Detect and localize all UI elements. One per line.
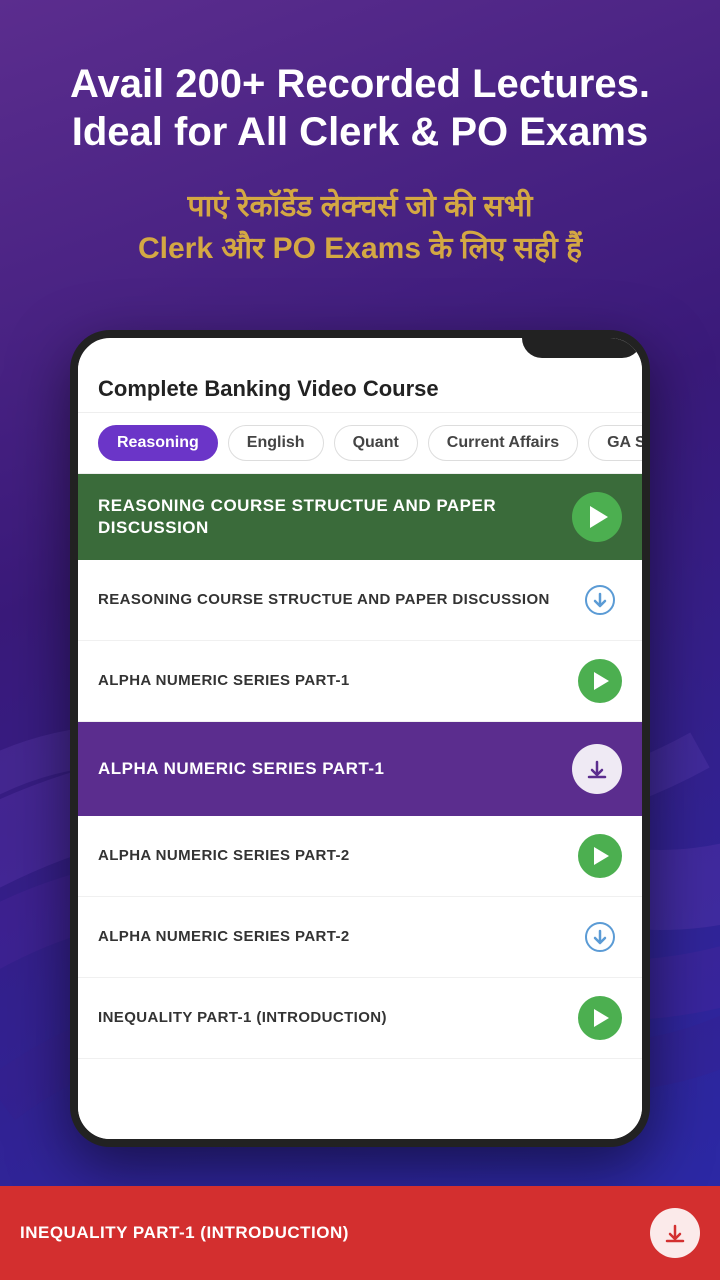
play-icon (590, 506, 608, 528)
list-item-alpha-2-download[interactable]: ALPHA NUMERIC SERIES PART-2 (78, 897, 642, 978)
hero-subtitle-line1: पाएं रेकॉर्डेड लेक्चर्स जो की सभी Clerk … (40, 186, 680, 270)
list-item-text-2: ALPHA NUMERIC SERIES PART-1 (98, 671, 578, 691)
tab-quant[interactable]: Quant (334, 425, 418, 461)
bottom-spacer (78, 1059, 642, 1139)
hero-section: Avail 200+ Recorded Lectures. Ideal for … (0, 0, 720, 300)
list-item-text-3: ALPHA NUMERIC SERIES PART-2 (98, 846, 578, 866)
download-icon-2 (584, 921, 616, 953)
highlighted-alpha-1[interactable]: ALPHA NUMERIC SERIES PART-1 (78, 722, 642, 816)
download-button-purple[interactable] (572, 744, 622, 794)
download-icon-1 (584, 584, 616, 616)
download-icon-purple (583, 755, 611, 783)
phone-container: Complete Banking Video Course Reasoning … (70, 330, 650, 1147)
course-title: Complete Banking Video Course (98, 376, 622, 402)
play-icon-small-3 (594, 1009, 609, 1027)
download-icon-red (661, 1219, 689, 1247)
highlighted-green-text: REASONING COURSE STRUCTUE AND PAPER DISC… (98, 495, 572, 539)
list-item-text-4: ALPHA NUMERIC SERIES PART-2 (98, 927, 578, 947)
highlighted-inequality-red[interactable]: INEQUALITY PART-1 (INTRODUCTION) (0, 1186, 720, 1280)
play-button-small-3[interactable] (578, 996, 622, 1040)
list-item-inequality-play[interactable]: INEQUALITY PART-1 (INTRODUCTION) (78, 978, 642, 1059)
highlighted-purple-text: ALPHA NUMERIC SERIES PART-1 (98, 759, 572, 779)
phone-wrapper: Complete Banking Video Course Reasoning … (0, 330, 720, 1147)
tabs-row: Reasoning English Quant Current Affairs … (78, 413, 642, 474)
hero-title: Avail 200+ Recorded Lectures. Ideal for … (40, 60, 680, 156)
play-icon-small-1 (594, 672, 609, 690)
play-button-small-1[interactable] (578, 659, 622, 703)
tab-ga[interactable]: GA Sta... (588, 425, 642, 461)
list-item-reasoning-discussion[interactable]: REASONING COURSE STRUCTUE AND PAPER DISC… (78, 560, 642, 641)
list-item-text-1: REASONING COURSE STRUCTUE AND PAPER DISC… (98, 590, 578, 610)
highlighted-reasoning-discussion[interactable]: REASONING COURSE STRUCTUE AND PAPER DISC… (78, 474, 642, 560)
list-item-alpha-2-play[interactable]: ALPHA NUMERIC SERIES PART-2 (78, 816, 642, 897)
phone-notch (522, 338, 642, 358)
list-item-text-5: INEQUALITY PART-1 (INTRODUCTION) (98, 1008, 578, 1028)
list-item-alpha-1[interactable]: ALPHA NUMERIC SERIES PART-1 (78, 641, 642, 722)
download-button-1[interactable] (578, 578, 622, 622)
tab-english[interactable]: English (228, 425, 324, 461)
download-button-red[interactable] (650, 1208, 700, 1258)
highlighted-red-text: INEQUALITY PART-1 (INTRODUCTION) (20, 1223, 650, 1243)
play-button-small-2[interactable] (578, 834, 622, 878)
course-header: Complete Banking Video Course (78, 358, 642, 413)
play-button-green[interactable] (572, 492, 622, 542)
phone-frame: Complete Banking Video Course Reasoning … (70, 330, 650, 1147)
tab-reasoning[interactable]: Reasoning (98, 425, 218, 461)
tab-current-affairs[interactable]: Current Affairs (428, 425, 578, 461)
phone-content: Complete Banking Video Course Reasoning … (78, 358, 642, 1139)
download-button-2[interactable] (578, 915, 622, 959)
play-icon-small-2 (594, 847, 609, 865)
